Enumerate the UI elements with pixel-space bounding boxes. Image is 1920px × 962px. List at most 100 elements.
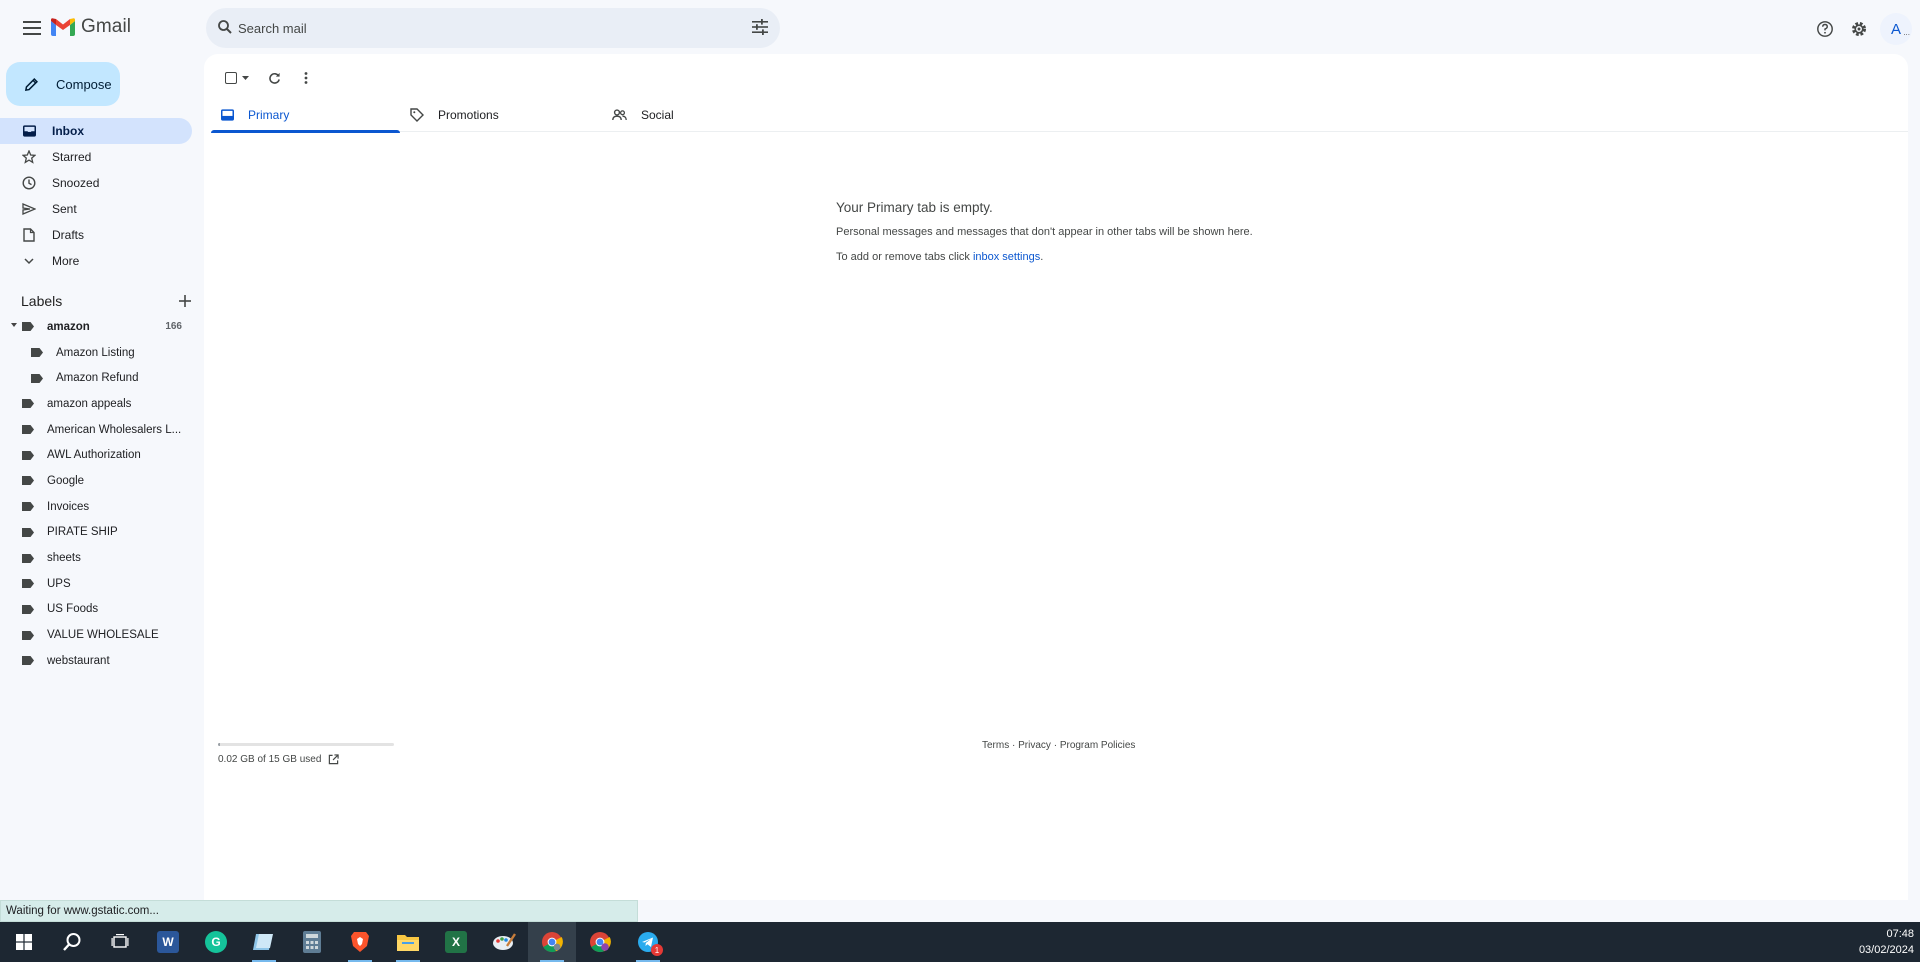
- refresh-button[interactable]: [260, 64, 288, 92]
- label-amazon-refund[interactable]: Amazon Refund: [0, 365, 192, 391]
- label-sheets[interactable]: sheets: [0, 545, 192, 571]
- label-icon: [22, 579, 34, 589]
- taskbar-excel[interactable]: X: [432, 922, 480, 962]
- taskbar-telegram[interactable]: 1: [624, 922, 672, 962]
- label-amazon[interactable]: amazon 166: [0, 314, 192, 340]
- program-policies-link[interactable]: Program Policies: [1060, 740, 1136, 751]
- labels-heading: Labels: [21, 293, 63, 309]
- taskbar-search-button[interactable]: [48, 922, 96, 962]
- caret-down-icon[interactable]: [242, 76, 249, 80]
- search-icon[interactable]: [216, 18, 234, 36]
- label-pirate-ship[interactable]: PIRATE SHIP: [0, 520, 192, 546]
- label-webstaurant[interactable]: webstaurant: [0, 648, 192, 674]
- privacy-link[interactable]: Privacy: [1018, 740, 1051, 751]
- sidebar-item-more[interactable]: More: [0, 248, 192, 274]
- label-american-wholesalers[interactable]: American Wholesalers L...: [0, 417, 192, 443]
- plus-icon[interactable]: [179, 295, 191, 307]
- clock-time: 07:48: [1886, 928, 1914, 940]
- inbox-icon: [22, 125, 36, 137]
- chrome-profile-icon: [590, 932, 611, 953]
- sidebar-item-drafts[interactable]: Drafts: [0, 222, 192, 248]
- paint-icon: [493, 933, 516, 950]
- label-icon: [22, 425, 34, 435]
- main-menu-button[interactable]: [12, 8, 52, 48]
- label-icon: [22, 450, 34, 460]
- label-icon: [22, 502, 34, 512]
- sidebar-item-snoozed[interactable]: Snoozed: [0, 170, 192, 196]
- support-button[interactable]: [1808, 12, 1842, 46]
- main-panel: Primary Promotions Social Your Primary t…: [204, 54, 1908, 900]
- expand-caret-icon[interactable]: [11, 323, 17, 327]
- storage-info: 0.02 GB of 15 GB used: [218, 743, 394, 765]
- search-bar[interactable]: [206, 8, 780, 48]
- windows-start-button[interactable]: [0, 922, 48, 962]
- empty-state-title: Your Primary tab is empty.: [836, 200, 993, 215]
- help-icon: [1817, 21, 1833, 37]
- label-us-foods[interactable]: US Foods: [0, 597, 192, 623]
- storage-meter: [218, 743, 394, 746]
- inbox-settings-link[interactable]: inbox settings: [973, 251, 1040, 263]
- label-amazon-appeals[interactable]: amazon appeals: [0, 391, 192, 417]
- sidebar-item-starred[interactable]: Starred: [0, 144, 192, 170]
- more-options-button[interactable]: [292, 64, 320, 92]
- label-google[interactable]: Google: [0, 468, 192, 494]
- star-icon: [22, 150, 36, 164]
- search-icon: [63, 933, 81, 951]
- taskbar-chrome-profile[interactable]: [576, 922, 624, 962]
- account-avatar[interactable]: A ...: [1880, 13, 1912, 45]
- select-all-button[interactable]: [218, 64, 256, 92]
- sidebar-item-sent[interactable]: Sent: [0, 196, 192, 222]
- terms-link[interactable]: Terms: [982, 740, 1009, 751]
- taskbar-grammarly[interactable]: G: [192, 922, 240, 962]
- label-icon: [22, 322, 34, 332]
- notepad-icon: [253, 934, 273, 950]
- label-value-wholesale[interactable]: VALUE WHOLESALE: [0, 622, 192, 648]
- brave-icon: [351, 932, 369, 952]
- taskbar-notepad[interactable]: [240, 922, 288, 962]
- telegram-badge: 1: [651, 944, 663, 956]
- label-invoices[interactable]: Invoices: [0, 494, 192, 520]
- search-options-icon[interactable]: [752, 19, 768, 35]
- storage-usage-text: 0.02 GB of 15 GB used: [218, 754, 322, 765]
- taskbar-chrome[interactable]: [528, 922, 576, 962]
- taskbar-word[interactable]: W: [144, 922, 192, 962]
- label-ups[interactable]: UPS: [0, 571, 192, 597]
- label-icon: [22, 630, 34, 640]
- label-icon: [31, 373, 43, 383]
- sidebar-item-label: Inbox: [52, 124, 84, 138]
- settings-button[interactable]: [1842, 12, 1876, 46]
- taskbar-file-explorer[interactable]: [384, 922, 432, 962]
- clock-date: 03/02/2024: [1858, 944, 1914, 956]
- label-icon: [22, 656, 34, 666]
- task-view-button[interactable]: [96, 922, 144, 962]
- clock-icon: [22, 176, 36, 190]
- tab-primary[interactable]: Primary: [211, 98, 400, 133]
- taskbar-paint[interactable]: [480, 922, 528, 962]
- label-icon: [31, 348, 43, 358]
- label-count: 166: [165, 321, 182, 333]
- taskbar-brave[interactable]: [336, 922, 384, 962]
- gmail-m-icon: [51, 18, 75, 36]
- label-icon: [22, 476, 34, 486]
- nav-list: Inbox Starred Snoozed Sent Drafts More: [0, 118, 192, 274]
- taskbar-calculator[interactable]: [288, 922, 336, 962]
- search-input[interactable]: [238, 8, 718, 48]
- gmail-logo[interactable]: Gmail: [51, 16, 131, 38]
- label-icon: [22, 527, 34, 537]
- refresh-icon: [268, 72, 280, 84]
- label-awl-authorization[interactable]: AWL Authorization: [0, 442, 192, 468]
- tab-promotions[interactable]: Promotions: [400, 98, 602, 132]
- compose-label: Compose: [56, 76, 112, 92]
- system-clock[interactable]: 07:48 03/02/2024: [1859, 926, 1914, 958]
- sidebar-item-inbox[interactable]: Inbox: [0, 118, 192, 144]
- storage-meter-fill: [218, 743, 220, 746]
- compose-button[interactable]: Compose: [6, 62, 120, 106]
- label-amazon-listing[interactable]: Amazon Listing: [0, 340, 192, 366]
- sidebar-item-label: Starred: [52, 150, 92, 164]
- open-in-new-icon[interactable]: [328, 754, 340, 765]
- tab-social[interactable]: Social: [602, 98, 791, 132]
- empty-state: Your Primary tab is empty. Personal mess…: [836, 200, 1336, 276]
- empty-state-description: Personal messages and messages that don'…: [836, 226, 1253, 238]
- select-checkbox[interactable]: [225, 72, 237, 84]
- grammarly-icon: G: [205, 931, 227, 953]
